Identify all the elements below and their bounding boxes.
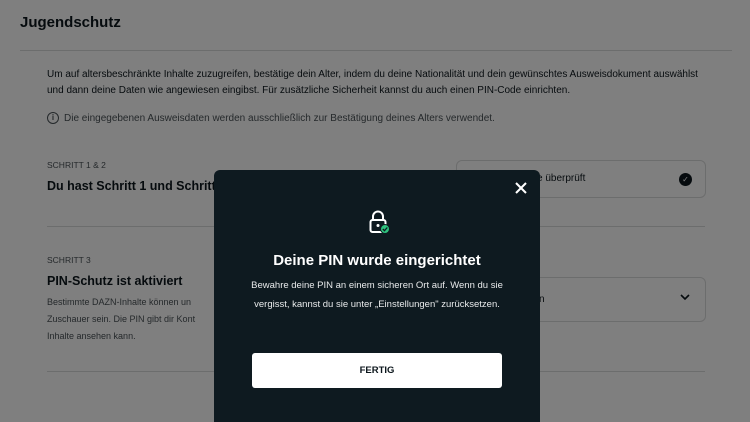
done-button[interactable]: FERTIG <box>252 353 502 388</box>
lock-check-icon <box>369 210 390 234</box>
modal-title: Deine PIN wurde eingerichtet <box>273 252 481 269</box>
modal-message: Bewahre deine PIN an einem sicheren Ort … <box>251 280 503 310</box>
close-icon <box>515 182 527 194</box>
pin-success-dialog: Deine PIN wurde eingerichtet Bewahre dei… <box>214 170 540 422</box>
close-button[interactable] <box>512 179 530 197</box>
